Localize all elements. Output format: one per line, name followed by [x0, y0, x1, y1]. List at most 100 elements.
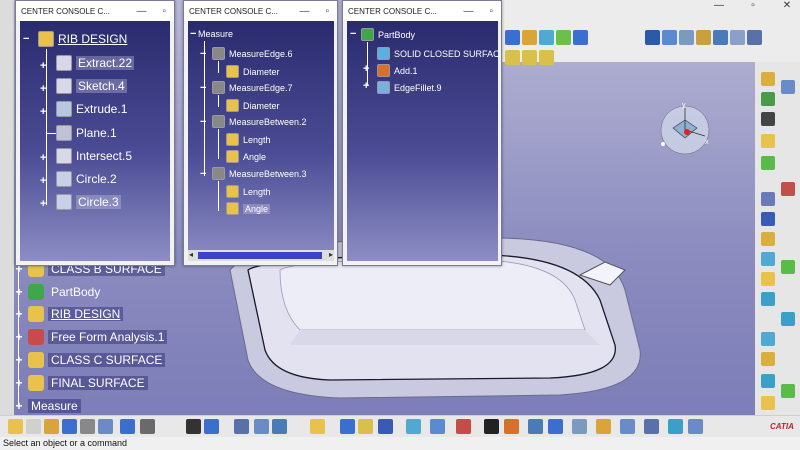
- tool-icon[interactable]: [620, 419, 635, 434]
- close-icon[interactable]: ✕: [780, 0, 794, 14]
- window-titlebar[interactable]: CENTER CONSOLE C... — ▫: [16, 1, 174, 21]
- tree-item-edgefillet-9[interactable]: EdgeFillet.9: [377, 81, 442, 94]
- tool-icon[interactable]: [528, 419, 543, 434]
- window-titlebar[interactable]: CENTER CONSOLE C... — ▫: [184, 1, 337, 21]
- tree-item-measure-edge-7[interactable]: MeasureEdge.7: [212, 81, 293, 94]
- tool-icon[interactable]: [430, 419, 445, 434]
- tree-item-diameter-2[interactable]: Diameter: [226, 99, 280, 112]
- expand-icon[interactable]: +: [14, 330, 24, 344]
- tree-item-measure[interactable]: + Measure: [14, 396, 81, 416]
- tree-item-solid-closed-surface[interactable]: SOLID CLOSED SURFACE: [377, 47, 498, 60]
- tool-icon[interactable]: [761, 396, 775, 410]
- tool-icon[interactable]: [272, 419, 287, 434]
- tool-icon[interactable]: [596, 419, 611, 434]
- tool-icon[interactable]: [204, 419, 219, 434]
- tree-item-add-1[interactable]: Add.1: [377, 64, 418, 77]
- maximize-icon[interactable]: ▫: [162, 6, 166, 17]
- collapse-icon[interactable]: −: [200, 116, 206, 128]
- tree-item-sketch-4[interactable]: Sketch.4: [56, 78, 127, 94]
- restore-icon[interactable]: ▫: [746, 0, 760, 14]
- expand-icon[interactable]: +: [363, 63, 369, 75]
- tree-item-partbody[interactable]: + PartBody: [14, 282, 103, 302]
- tree-item-diameter-1[interactable]: Diameter: [226, 65, 280, 78]
- tool-icon[interactable]: [556, 30, 571, 45]
- tool-icon[interactable]: [644, 419, 659, 434]
- tree-item-rib-design[interactable]: + RIB DESIGN: [14, 304, 124, 324]
- expand-icon[interactable]: +: [14, 285, 24, 299]
- tree-item-free-form-analysis[interactable]: + Free Form Analysis.1: [14, 327, 168, 347]
- tool-icon[interactable]: [406, 419, 421, 434]
- scroll-left-icon[interactable]: ◂: [189, 250, 193, 259]
- tree-item-length-1[interactable]: Length: [226, 133, 271, 146]
- tool-icon[interactable]: [761, 272, 775, 286]
- tree-root-measure[interactable]: Measure: [198, 29, 233, 39]
- tree-item-extrude-1[interactable]: Extrude.1: [56, 101, 127, 117]
- tool-icon[interactable]: [140, 419, 155, 434]
- tool-icon[interactable]: [522, 50, 537, 65]
- tool-icon[interactable]: [761, 212, 775, 226]
- tree-item-circle-2[interactable]: Circle.2: [56, 171, 117, 187]
- horizontal-scrollbar[interactable]: ◂ ▸: [188, 250, 334, 261]
- tool-icon[interactable]: [761, 156, 775, 170]
- maximize-icon[interactable]: ▫: [325, 6, 329, 17]
- tool-icon[interactable]: [668, 419, 683, 434]
- tool-icon[interactable]: [781, 182, 795, 196]
- tool-icon[interactable]: [62, 419, 77, 434]
- tool-icon[interactable]: [688, 419, 703, 434]
- tree-item-angle-2[interactable]: Angle: [226, 202, 271, 215]
- tool-icon[interactable]: [781, 260, 795, 274]
- tree-root-rib-design[interactable]: RIB DESIGN: [38, 31, 127, 47]
- tool-icon[interactable]: [761, 292, 775, 306]
- tool-icon[interactable]: [713, 30, 728, 45]
- tool-icon[interactable]: [761, 332, 775, 346]
- maximize-icon[interactable]: ▫: [489, 6, 493, 17]
- tool-icon[interactable]: [484, 419, 499, 434]
- tool-icon[interactable]: [761, 192, 775, 206]
- tool-icon[interactable]: [781, 312, 795, 326]
- expand-icon[interactable]: +: [40, 198, 46, 210]
- tool-icon[interactable]: [761, 134, 775, 148]
- tree-item-plane-1[interactable]: Plane.1: [56, 125, 117, 141]
- tree-item-measure-edge-6[interactable]: MeasureEdge.6: [212, 47, 293, 60]
- tree-item-angle-1[interactable]: Angle: [226, 150, 266, 163]
- compass-widget[interactable]: y x: [655, 98, 715, 158]
- tool-icon[interactable]: [781, 384, 795, 398]
- tool-icon[interactable]: [378, 419, 393, 434]
- tree-panel[interactable]: − Measure − MeasureEdge.6 Diameter − Mea…: [188, 21, 334, 261]
- spec-tree-window-measure[interactable]: CENTER CONSOLE C... — ▫ − Measure − Meas…: [183, 0, 338, 266]
- tool-icon[interactable]: [662, 30, 677, 45]
- tool-icon[interactable]: [781, 80, 795, 94]
- tool-icon[interactable]: [522, 30, 537, 45]
- tool-icon[interactable]: [44, 419, 59, 434]
- tool-icon[interactable]: [358, 419, 373, 434]
- tool-icon[interactable]: [761, 252, 775, 266]
- tool-icon[interactable]: [679, 30, 694, 45]
- expand-icon[interactable]: +: [40, 152, 46, 164]
- tool-icon[interactable]: [761, 232, 775, 246]
- tree-panel[interactable]: − RIB DESIGN + Extract.22 + Sketch.4 + E…: [20, 21, 170, 261]
- collapse-icon[interactable]: −: [200, 82, 206, 94]
- tool-icon[interactable]: [186, 419, 201, 434]
- tool-icon[interactable]: [504, 419, 519, 434]
- tool-icon[interactable]: [696, 30, 711, 45]
- tool-icon[interactable]: [26, 419, 41, 434]
- tool-icon[interactable]: [761, 72, 775, 86]
- tool-icon[interactable]: [310, 419, 325, 434]
- collapse-icon[interactable]: −: [350, 28, 356, 40]
- tool-icon[interactable]: [730, 30, 745, 45]
- tool-icon[interactable]: [761, 112, 775, 126]
- collapse-icon[interactable]: −: [23, 33, 29, 45]
- tree-panel[interactable]: − PartBody SOLID CLOSED SURFACE + Add.1 …: [347, 21, 498, 261]
- tool-icon[interactable]: [761, 352, 775, 366]
- spec-tree-window-partbody[interactable]: CENTER CONSOLE C... — ▫ − PartBody SOLID…: [342, 0, 502, 266]
- tool-icon[interactable]: [645, 30, 660, 45]
- expand-icon[interactable]: +: [40, 106, 46, 118]
- tool-icon[interactable]: [505, 30, 520, 45]
- expand-icon[interactable]: +: [14, 376, 24, 390]
- tool-icon[interactable]: [98, 419, 113, 434]
- collapse-icon[interactable]: −: [200, 168, 206, 180]
- tree-item-circle-3[interactable]: Circle.3: [56, 194, 121, 210]
- minimize-icon[interactable]: —: [463, 6, 473, 17]
- tool-icon[interactable]: [548, 419, 563, 434]
- tool-icon[interactable]: [8, 419, 23, 434]
